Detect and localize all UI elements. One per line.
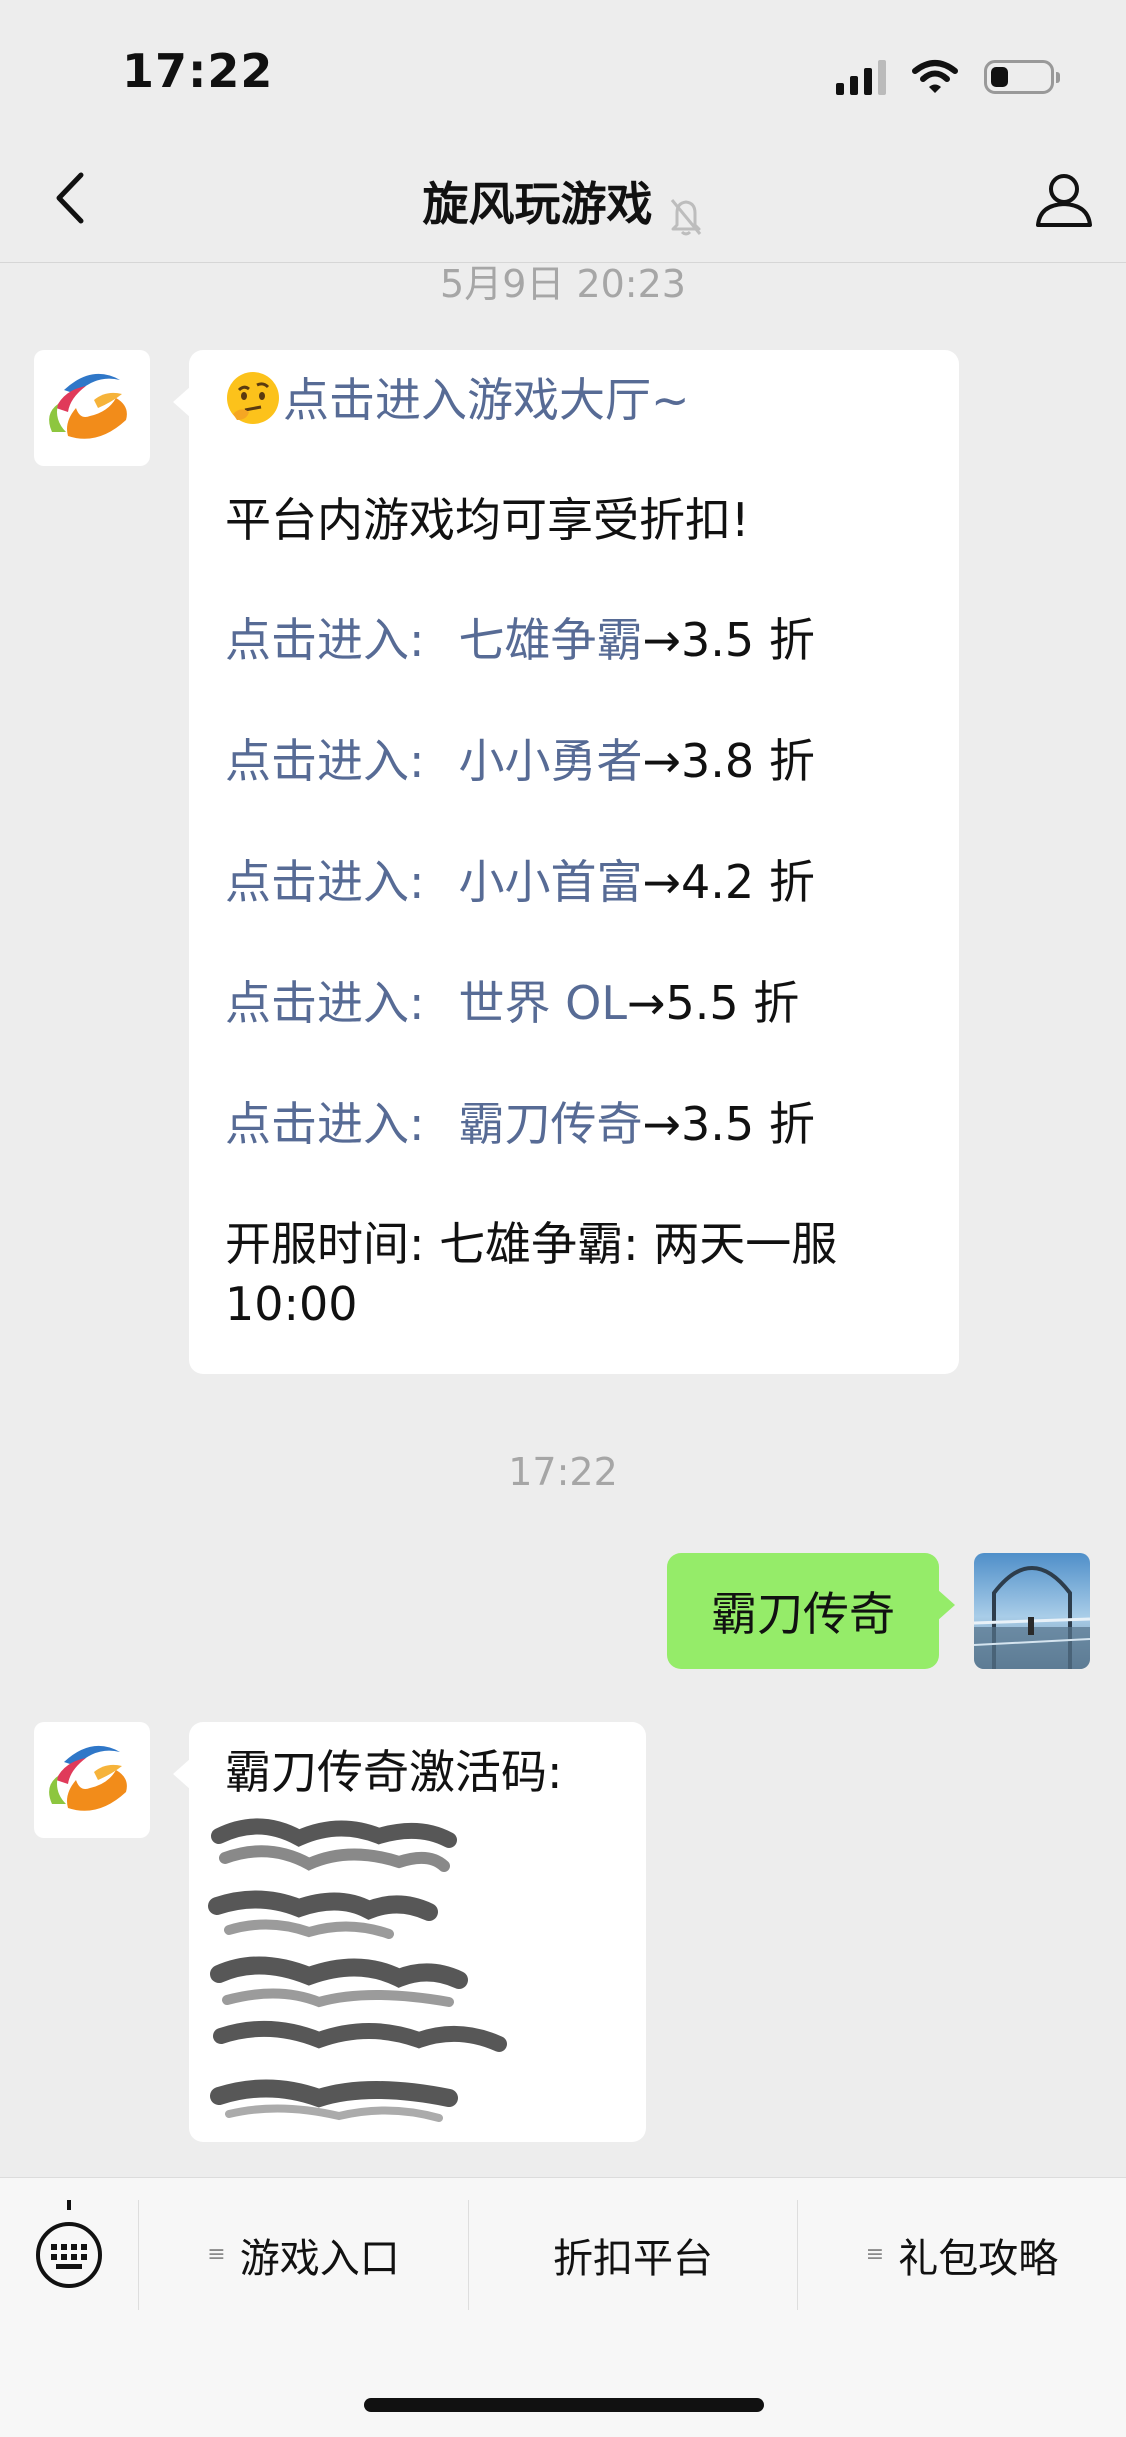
- game-link[interactable]: 霸刀传奇: [459, 1097, 643, 1151]
- enter-prefix[interactable]: 点击进入:: [225, 613, 425, 667]
- user-message-text: 霸刀传奇: [711, 1587, 895, 1641]
- official-account-avatar[interactable]: [34, 350, 150, 466]
- game-entry-line[interactable]: 点击进入: 世界 OL→5.5 折: [225, 973, 923, 1033]
- thinking-face-icon: [227, 372, 279, 424]
- menu-label: 折扣平台: [553, 2236, 713, 2282]
- status-icons: [836, 52, 1060, 102]
- mute-bell-icon: [670, 198, 701, 235]
- cellular-signal-icon: [836, 59, 886, 95]
- game-entry-line[interactable]: 点击进入: 小小首富→4.2 折: [225, 852, 923, 912]
- discount-text: →3.8 折: [642, 734, 815, 788]
- battery-level: [991, 67, 1008, 87]
- nav-title-wrap: 旋风玩游戏: [0, 168, 1126, 236]
- game-link[interactable]: 七雄争霸: [459, 613, 643, 667]
- official-account-avatar[interactable]: [34, 1722, 150, 1838]
- chat-area[interactable]: 5月9日 20:23 点击进入游戏大厅~ 平台内游戏均可享受折扣! 点击进入: …: [0, 263, 1126, 2177]
- menu-item-game-entry[interactable]: ≡ 游戏入口: [139, 2200, 468, 2310]
- discount-text: →3.5 折: [642, 1097, 815, 1151]
- game-link[interactable]: 世界 OL: [459, 976, 627, 1030]
- message-timestamp: 17:22: [508, 1450, 618, 1494]
- message-timestamp: 5月9日 20:23: [440, 263, 686, 306]
- menu-item-gift-guide[interactable]: ≡ 礼包攻略: [798, 2200, 1126, 2310]
- user-avatar[interactable]: [974, 1553, 1090, 1669]
- chat-title: 旋风玩游戏: [422, 177, 653, 231]
- message-bubble-game-list[interactable]: 点击进入游戏大厅~ 平台内游戏均可享受折扣! 点击进入: 七雄争霸→3.5 折 点…: [173, 350, 959, 1374]
- discount-text: →3.5 折: [642, 613, 815, 667]
- bubble-tail: [173, 386, 191, 418]
- game-entry-line[interactable]: 点击进入: 霸刀传奇→3.5 折: [225, 1094, 923, 1154]
- menu-label: 游戏入口: [239, 2236, 400, 2282]
- activation-code-title: 霸刀传奇激活码:: [225, 1745, 563, 1799]
- logo-icon: [49, 1745, 127, 1811]
- logo-icon: [49, 373, 127, 439]
- chat-profile-button[interactable]: [1032, 168, 1096, 232]
- bottom-menu-bar: ≡ 游戏入口 折扣平台 ≡ 礼包攻略: [0, 2177, 1126, 2437]
- game-link[interactable]: 小小勇者: [459, 734, 643, 788]
- status-bar: 17:22: [0, 0, 1126, 140]
- server-schedule-line1: 开服时间: 七雄争霸: 两天一服: [225, 1217, 838, 1271]
- bubble-tail: [173, 1758, 191, 1790]
- wifi-icon: [912, 60, 958, 93]
- submenu-icon: ≡: [207, 2242, 226, 2267]
- redacted-code-scribble: [208, 1818, 507, 2122]
- discount-text: →4.2 折: [642, 855, 815, 909]
- discount-text: →5.5 折: [626, 976, 800, 1030]
- menu-item-discount-platform[interactable]: 折扣平台: [469, 2200, 797, 2310]
- game-link[interactable]: 小小首富: [459, 855, 643, 909]
- message-bubble-activation-code[interactable]: 霸刀传奇激活码:: [173, 1722, 646, 2142]
- game-entry-line[interactable]: 点击进入: 七雄争霸→3.5 折: [225, 610, 923, 670]
- enter-prefix[interactable]: 点击进入:: [225, 855, 425, 909]
- nav-bar: 旋风玩游戏: [0, 140, 1126, 263]
- user-message-bubble[interactable]: 霸刀传奇: [667, 1553, 955, 1669]
- enter-prefix[interactable]: 点击进入:: [225, 976, 425, 1030]
- bubble-tail: [937, 1589, 955, 1621]
- discount-intro-text: 平台内游戏均可享受折扣!: [225, 493, 750, 547]
- keyboard-toggle-indicator: [67, 2200, 71, 2210]
- game-hall-link-line[interactable]: 点击进入游戏大厅~: [225, 370, 923, 430]
- menu-label: 礼包攻略: [898, 2236, 1059, 2282]
- game-entry-line[interactable]: 点击进入: 小小勇者→3.8 折: [225, 731, 923, 791]
- battery-icon: [984, 60, 1060, 94]
- server-schedule-line2: 10:00: [225, 1277, 358, 1331]
- home-indicator[interactable]: [364, 2398, 764, 2412]
- enter-prefix[interactable]: 点击进入:: [225, 734, 425, 788]
- person-icon: [1036, 174, 1092, 227]
- game-hall-link[interactable]: 点击进入游戏大厅~: [283, 373, 690, 427]
- keyboard-icon: [36, 2222, 102, 2288]
- status-time: 17:22: [122, 44, 274, 98]
- submenu-icon: ≡: [865, 2242, 885, 2267]
- user-photo-image: [974, 1553, 1090, 1669]
- enter-prefix[interactable]: 点击进入:: [225, 1097, 425, 1151]
- keyboard-toggle-button[interactable]: [34, 2200, 104, 2290]
